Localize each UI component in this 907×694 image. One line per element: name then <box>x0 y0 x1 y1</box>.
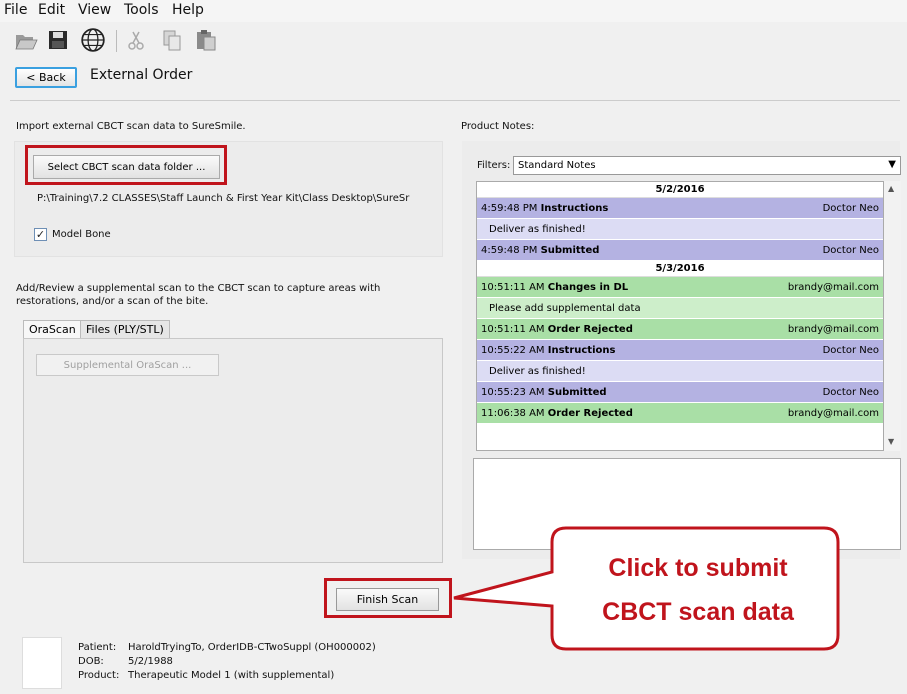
notes-list[interactable]: 5/2/2016 4:59:48 PM Instructions Doctor … <box>476 181 884 451</box>
note-author: brandy@mail.com <box>787 282 879 293</box>
menu-edit[interactable]: Edit <box>38 2 65 18</box>
page-title: External Order <box>90 67 193 83</box>
note-time: 10:51:11 AM <box>481 324 548 335</box>
note-header[interactable]: 4:59:48 PM Instructions Doctor Neo <box>477 198 883 219</box>
tab-orascan[interactable]: OraScan <box>23 320 82 340</box>
note-time: 10:55:23 AM <box>481 387 548 398</box>
menu-bar: File Edit View Tools Help <box>0 0 907 22</box>
cut-icon[interactable] <box>124 28 148 52</box>
note-detail-area[interactable] <box>473 458 901 550</box>
select-button-highlight <box>25 145 227 185</box>
globe-icon[interactable] <box>80 27 106 53</box>
note-author: Doctor Neo <box>822 345 879 356</box>
note-date-header: 5/2/2016 <box>477 182 883 198</box>
note-type: Submitted <box>540 245 600 256</box>
supplemental-heading-line1: Add/Review a supplemental scan to the CB… <box>16 283 381 294</box>
note-type: Submitted <box>547 387 607 398</box>
paste-icon[interactable] <box>194 28 218 52</box>
patient-value: HaroldTryingTo, OrderIDB-CTwoSuppl (OH00… <box>128 642 376 653</box>
note-type: Instructions <box>540 203 609 214</box>
product-notes-heading: Product Notes: <box>461 121 535 132</box>
scroll-down-icon[interactable]: ▼ <box>888 437 894 446</box>
note-type: Changes in DL <box>547 282 629 293</box>
menu-tools[interactable]: Tools <box>124 2 159 18</box>
product-label: Product: <box>78 670 120 681</box>
menu-file[interactable]: File <box>4 2 27 18</box>
model-bone-label: Model Bone <box>52 229 111 240</box>
note-type: Order Rejected <box>547 408 633 419</box>
filters-dropdown[interactable]: Standard Notes ▼ <box>513 156 901 175</box>
supplemental-heading-line2: restorations, and/or a scan of the bite. <box>16 296 209 307</box>
note-time: 4:59:48 PM <box>481 245 541 256</box>
note-author: Doctor Neo <box>822 245 879 256</box>
note-date-header: 5/3/2016 <box>477 261 883 277</box>
note-author: brandy@mail.com <box>787 408 879 419</box>
notes-scrollbar[interactable]: ▲ ▼ <box>884 181 901 451</box>
note-header[interactable]: 4:59:48 PM Submitted Doctor Neo <box>477 240 883 261</box>
patient-label: Patient: <box>78 642 117 653</box>
note-time: 10:51:11 AM <box>481 282 548 293</box>
note-author: Doctor Neo <box>822 387 879 398</box>
supplemental-orascan-button[interactable]: Supplemental OraScan ... <box>36 354 219 376</box>
product-value: Therapeutic Model 1 (with supplemental) <box>128 670 335 681</box>
menu-view[interactable]: View <box>78 2 111 18</box>
note-time: 10:55:22 AM <box>481 345 548 356</box>
note-header[interactable]: 10:55:23 AM Submitted Doctor Neo <box>477 382 883 403</box>
import-heading: Import external CBCT scan data to SureSm… <box>16 121 246 132</box>
note-author: brandy@mail.com <box>787 324 879 335</box>
note-header[interactable]: 10:51:11 AM Order Rejected brandy@mail.c… <box>477 319 883 340</box>
filters-label: Filters: <box>477 160 511 171</box>
toolbar <box>0 22 907 58</box>
note-header[interactable]: 11:06:38 AM Order Rejected brandy@mail.c… <box>477 403 883 424</box>
menu-help[interactable]: Help <box>172 2 204 18</box>
back-button[interactable]: < Back <box>15 67 77 88</box>
note-time: 11:06:38 AM <box>481 408 548 419</box>
cbct-folder-path: P:\Training\7.2 CLASSES\Staff Launch & F… <box>37 193 410 204</box>
callout-line1: Click to submit <box>608 554 788 582</box>
note-body: Deliver as finished! <box>477 361 883 382</box>
note-body: Deliver as finished! <box>477 219 883 240</box>
note-header[interactable]: 10:51:11 AM Changes in DL brandy@mail.co… <box>477 277 883 298</box>
dob-label: DOB: <box>78 656 104 667</box>
header-divider <box>10 100 900 101</box>
open-folder-icon[interactable] <box>14 28 38 52</box>
copy-icon[interactable] <box>160 28 184 52</box>
note-body: Please add supplemental data <box>477 298 883 319</box>
patient-thumbnail <box>22 637 62 689</box>
note-type: Instructions <box>547 345 616 356</box>
finish-button-highlight <box>324 578 452 618</box>
note-time: 4:59:48 PM <box>481 203 541 214</box>
dob-value: 5/2/1988 <box>128 656 173 667</box>
note-header[interactable]: 10:55:22 AM Instructions Doctor Neo <box>477 340 883 361</box>
chevron-down-icon: ▼ <box>888 159 896 170</box>
note-author: Doctor Neo <box>822 203 879 214</box>
tab-files-ply-stl[interactable]: Files (PLY/STL) <box>80 320 170 339</box>
scroll-up-icon[interactable]: ▲ <box>888 184 894 193</box>
model-bone-checkbox[interactable]: ✓ <box>34 228 47 241</box>
callout-line2: CBCT scan data <box>602 598 794 626</box>
save-icon[interactable] <box>46 28 70 52</box>
toolbar-separator <box>116 30 117 52</box>
note-type: Order Rejected <box>547 324 633 335</box>
filters-value: Standard Notes <box>518 160 596 171</box>
